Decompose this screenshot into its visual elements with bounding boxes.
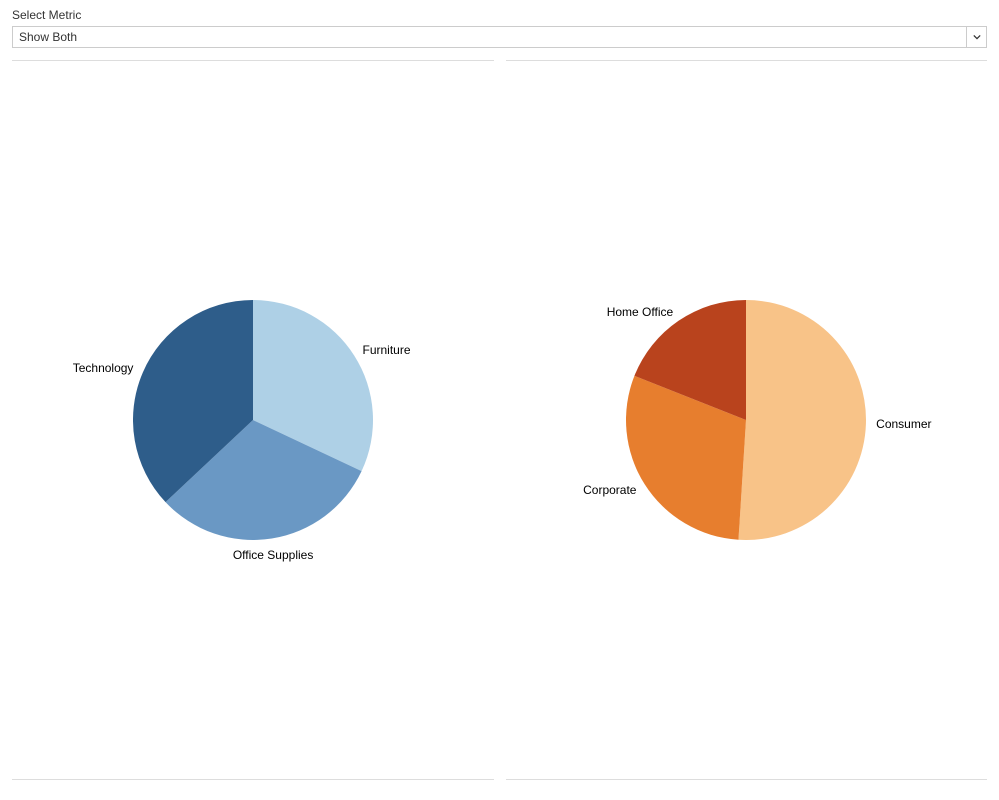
metric-select-value: Show Both (19, 30, 77, 44)
pie-segment: ConsumerCorporateHome Office (626, 300, 866, 540)
pie-slice-label: Home Office (607, 305, 673, 319)
metric-select-dropdown[interactable]: Show Both (12, 26, 987, 48)
control-bar: Select Metric Show Both (0, 0, 999, 52)
pie-category: FurnitureOffice SuppliesTechnology (133, 300, 373, 540)
chevron-down-icon (966, 27, 986, 47)
pie-svg (626, 300, 866, 540)
pie-slice-label: Furniture (363, 343, 411, 357)
pie-slice-label: Technology (73, 361, 134, 375)
pie-slice-label: Consumer (876, 417, 931, 431)
pie-slice-label: Corporate (583, 483, 636, 497)
pie-slice[interactable] (739, 300, 867, 540)
pie-svg (133, 300, 373, 540)
pie-slice-label: Office Supplies (233, 548, 314, 562)
metric-select-label: Select Metric (12, 8, 987, 22)
charts-area: Furniture Office Supplies Technology Consu… (0, 60, 999, 780)
chart-panel-category: Furniture Office Supplies Technology (12, 60, 494, 780)
chart-panel-segment: Consumer Corporate Home Office (506, 60, 988, 780)
